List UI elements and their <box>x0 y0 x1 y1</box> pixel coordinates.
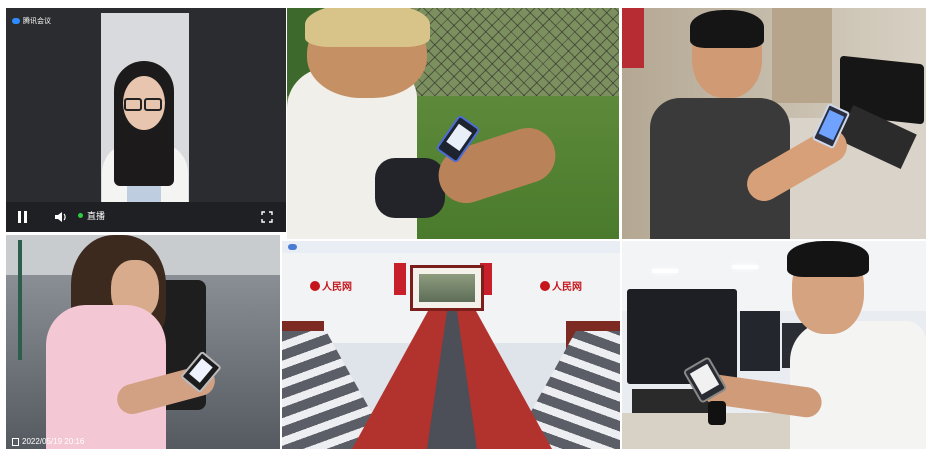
wristwatch <box>708 401 726 425</box>
logo-mark-icon <box>310 280 320 291</box>
timestamp-overlay: 2022/05/19 20:16 <box>12 437 84 446</box>
app-brand: 腾讯会议 <box>12 16 51 26</box>
logo-left-text: 人民网 <box>322 282 352 293</box>
logo-left: 人民网 <box>310 278 352 293</box>
person-hair <box>305 8 430 47</box>
meeting-logo-icon <box>12 18 20 24</box>
live-dot-icon <box>78 213 83 218</box>
flag-left <box>394 263 406 295</box>
app-brand-label: 腾讯会议 <box>23 18 51 25</box>
person-shorts <box>375 158 445 218</box>
video-player-tile[interactable]: 腾讯会议 直播 <box>6 8 286 232</box>
logo-right: 人民网 <box>540 278 582 293</box>
timestamp-text: 2022/05/19 20:16 <box>22 437 85 446</box>
glasses-right <box>144 98 162 111</box>
gaming-desk-photo-tile <box>622 8 926 239</box>
grass-photo-tile <box>287 8 619 239</box>
person-body <box>790 321 926 449</box>
player-controls: 直播 <box>6 202 286 232</box>
person-hair <box>787 241 869 277</box>
ceiling-light <box>652 269 678 273</box>
live-label: 直播 <box>87 211 106 221</box>
logo-mark-icon <box>540 280 550 291</box>
glasses-left <box>124 98 142 111</box>
court-photo-tile: 2022/05/19 20:16 <box>6 235 280 449</box>
meeting-logo-icon <box>288 244 297 250</box>
ceiling-light <box>732 265 758 269</box>
volume-icon[interactable] <box>54 210 68 224</box>
top-bar <box>282 241 620 253</box>
pause-icon[interactable] <box>18 211 30 223</box>
red-cloth <box>622 8 644 68</box>
person-shirt <box>46 305 166 449</box>
wall-painting <box>410 265 484 311</box>
computer-lab-photo-tile <box>622 241 926 449</box>
logo-right-text: 人民网 <box>552 282 582 293</box>
fullscreen-icon[interactable] <box>261 211 273 223</box>
camera-icon <box>12 437 19 446</box>
monitor <box>627 289 737 384</box>
monitor <box>740 311 780 371</box>
live-indicator: 直播 <box>78 209 105 222</box>
person-hair <box>690 10 764 48</box>
conference-room-tile: 人民网 人民网 <box>282 241 620 449</box>
bookshelf <box>772 8 832 103</box>
